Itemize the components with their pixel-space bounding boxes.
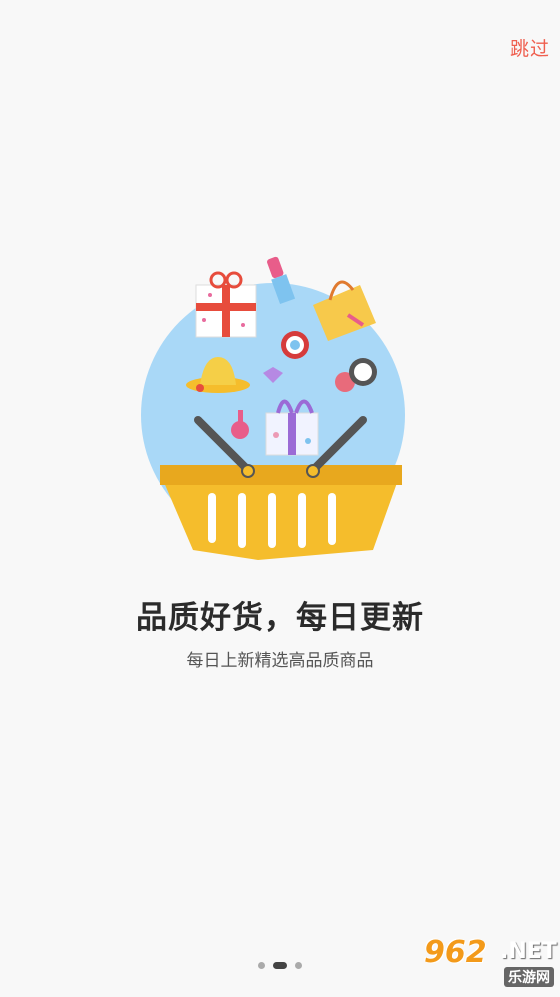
watermark-suffix: .NET [500,939,557,964]
basket-rim-icon [160,465,402,485]
basket-body-icon [163,480,398,560]
page-dot[interactable] [258,962,265,969]
page-dot[interactable] [295,962,302,969]
page-dot-active[interactable] [273,962,287,969]
onboarding-subtitle: 每日上新精选高品质商品 [186,651,374,671]
shopping-basket-illustration [141,256,405,560]
ring-icon [281,331,309,359]
watermark-number: 962 [424,935,487,970]
onboarding-title: 品质好货，每日更新 [136,600,424,636]
gift-box-icon [195,271,257,338]
skip-button[interactable]: 跳过 [510,34,550,61]
watermark-text: 乐游网 [504,967,554,987]
watermark-logo: 962 .NET 乐游网 [420,935,557,989]
